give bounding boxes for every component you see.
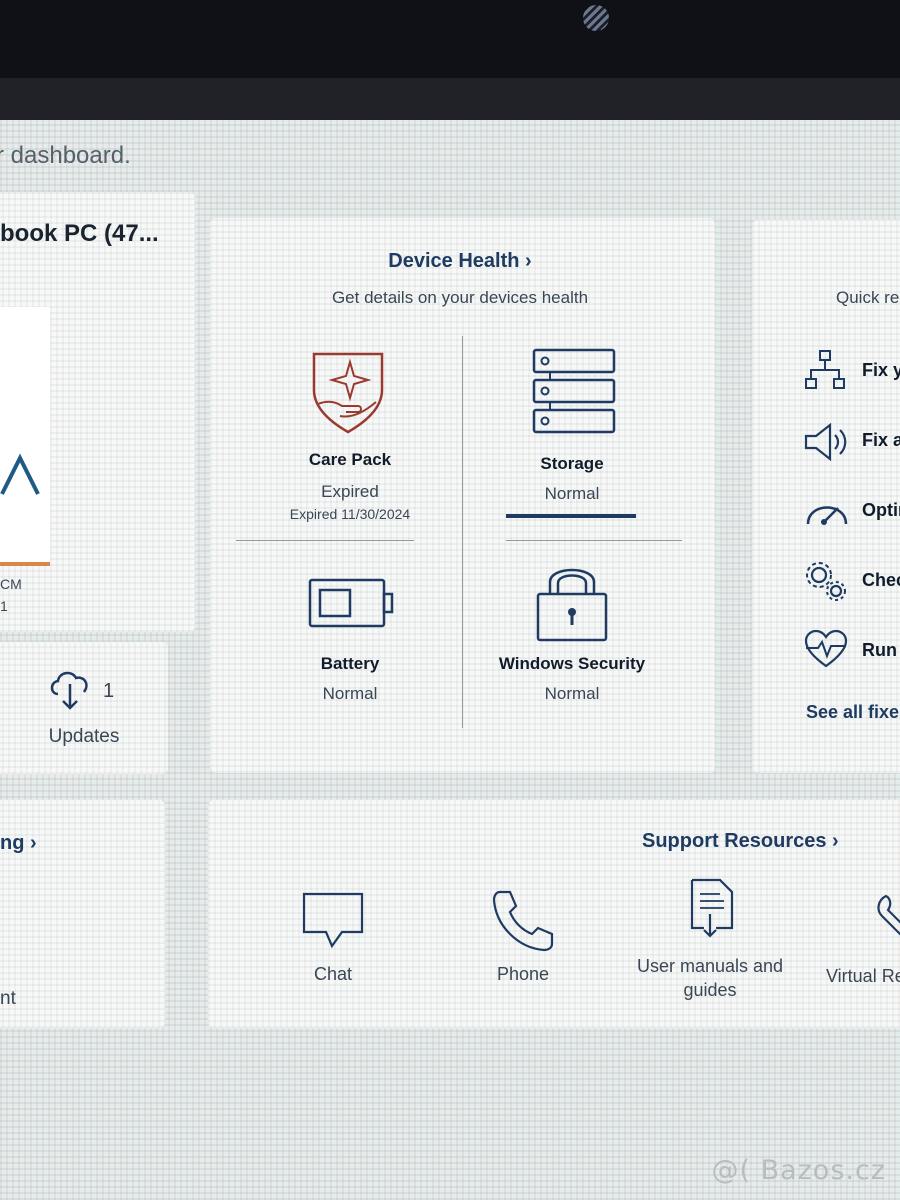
see-all-fixes-link[interactable]: See all fixes: [806, 702, 900, 723]
user-manuals-item[interactable]: User manuals and guides: [628, 878, 798, 1018]
storage-selected-bar: [506, 514, 636, 518]
virtual-repair-label: Virtual Re: [826, 966, 900, 986]
warning-icon: [0, 453, 40, 495]
gears-icon: [806, 562, 846, 601]
updates-count: 1: [103, 680, 115, 702]
network-icon: [805, 350, 845, 389]
wrench-icon: [877, 894, 900, 936]
virtual-repair-item[interactable]: Virtual Re: [822, 890, 900, 1000]
quick-fix-label: Optin: [862, 500, 900, 520]
storage-drives-icon: [532, 348, 616, 434]
document-icon: [690, 878, 734, 938]
battery-icon: [308, 578, 394, 628]
quick-fix-item[interactable]: Run: [804, 629, 900, 670]
battery-item[interactable]: Battery Normal: [270, 574, 430, 724]
storage-status: Normal: [544, 484, 600, 503]
quick-fix-item[interactable]: Fix y: [804, 350, 900, 390]
device-image-panel: [0, 307, 50, 566]
device-name: book PC (47...: [0, 220, 159, 247]
phone-item[interactable]: Phone: [468, 890, 578, 1000]
quick-fixes-title: Quick re: [836, 288, 900, 307]
horizontal-divider-right: [506, 540, 682, 541]
heart-pulse-icon: [804, 629, 848, 668]
care-pack-status: Expired: [321, 482, 379, 501]
quick-fix-item[interactable]: Chec: [804, 560, 900, 604]
care-pack-label: Care Pack: [308, 450, 392, 469]
screen-edge: [0, 78, 900, 122]
quick-fixes-card: Quick re Fix y Fix a Opti Che Run See al…: [752, 220, 900, 773]
battery-label: Battery: [320, 654, 380, 673]
storage-label: Storage: [540, 454, 604, 473]
bottom-left-title[interactable]: ng ›: [0, 832, 37, 855]
vertical-divider: [462, 336, 463, 728]
quick-fix-item[interactable]: Fix a: [804, 420, 900, 462]
device-card: book PC (47... CM 1: [0, 192, 195, 632]
support-resources-title[interactable]: Support Resources ›: [642, 830, 839, 853]
windows-security-status: Normal: [544, 684, 600, 703]
dashboard-text: r dashboard.: [0, 142, 131, 169]
phone-label: Phone: [496, 964, 550, 984]
updates-label: Updates: [48, 726, 120, 747]
horizontal-divider-left: [236, 540, 414, 541]
user-manuals-label-line1: User manuals and: [636, 956, 784, 976]
quick-fix-item[interactable]: Optin: [804, 490, 900, 530]
gauge-icon: [806, 506, 848, 525]
quick-fix-label: Fix y: [862, 360, 900, 380]
model-fragment: CM: [0, 576, 22, 592]
cloud-download-icon: [50, 671, 88, 710]
quick-fix-label: Chec: [862, 570, 900, 590]
support-resources-card: Support Resources › Chat Phone User manu…: [208, 800, 900, 1028]
care-pack-item[interactable]: Care Pack Expired Expired 11/30/2024: [270, 350, 430, 530]
phone-icon: [492, 890, 554, 952]
windows-security-label: Windows Security: [498, 654, 646, 673]
shield-hand-icon: [312, 352, 384, 434]
battery-status: Normal: [322, 684, 378, 703]
chat-bubble-icon: [302, 892, 364, 949]
user-manuals-label-line2: guides: [683, 980, 737, 1000]
screen: r dashboard. book PC (47... CM 1 1 Updat…: [0, 120, 900, 1200]
storage-item[interactable]: Storage Normal: [492, 348, 652, 530]
device-health-subtitle: Get details on your devices health: [331, 288, 589, 307]
quick-fix-label: Fix a: [862, 430, 900, 450]
care-pack-expiry: Expired 11/30/2024: [289, 506, 411, 522]
padlock-icon: [536, 568, 608, 642]
device-health-title[interactable]: Device Health ›: [388, 250, 531, 273]
speaker-icon: [804, 422, 847, 462]
quick-fix-label: Run: [862, 640, 897, 660]
device-health-card: Device Health › Get details on your devi…: [210, 218, 715, 773]
webcam: [583, 5, 609, 31]
updates-card[interactable]: 1 Updates: [0, 642, 168, 774]
model-fragment-2: 1: [0, 598, 8, 614]
watermark: @( Bazos.cz: [711, 1155, 886, 1186]
bottom-left-card: ng › nt: [0, 800, 165, 1028]
bottom-left-text: nt: [0, 988, 16, 1009]
chat-item[interactable]: Chat: [278, 890, 388, 1000]
chat-label: Chat: [313, 964, 353, 984]
windows-security-item[interactable]: Windows Security Normal: [492, 560, 652, 724]
